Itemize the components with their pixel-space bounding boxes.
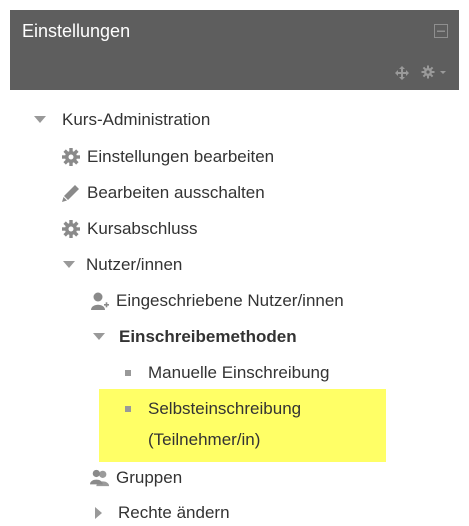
tree-item-label: Kurs-Administration <box>62 110 211 129</box>
tree-item-kurs-administration[interactable]: Kurs-Administration <box>32 107 210 133</box>
tree-item-label: Manuelle Einschreibung <box>148 363 330 382</box>
bullet-icon <box>125 370 131 376</box>
tree-item-label: Einstellungen bearbeiten <box>87 147 275 166</box>
enrolled-users-icon <box>90 291 110 311</box>
tree-item-label: Bearbeiten ausschalten <box>87 183 265 202</box>
caret-right-icon <box>94 503 104 523</box>
gear-icon <box>61 147 81 167</box>
gear-menu-icon[interactable] <box>421 65 449 79</box>
settings-block-header: Einstellungen <box>10 10 459 90</box>
tree-item-label: Rechte ändern <box>118 503 230 522</box>
tree-item-manuelle-einschreibung[interactable]: Manuelle Einschreibung <box>121 360 329 386</box>
bullet-icon <box>125 406 131 412</box>
tree-item-rechte-aendern[interactable]: Rechte ändern <box>94 500 230 526</box>
tree-item-label: Einschreibemethoden <box>119 327 297 346</box>
tree-item-selbsteinschreibung-line2[interactable]: (Teilnehmer/in) <box>148 427 260 453</box>
tree-item-einstellungen-bearbeiten[interactable]: Einstellungen bearbeiten <box>61 144 274 170</box>
caret-down-icon <box>62 255 76 275</box>
tree-item-nutzer-innen[interactable]: Nutzer/innen <box>62 252 182 278</box>
collapse-icon[interactable] <box>434 24 448 38</box>
tree-item-label: Nutzer/innen <box>86 255 183 274</box>
groups-icon <box>90 468 110 488</box>
tree-item-gruppen[interactable]: Gruppen <box>90 465 182 491</box>
caret-down-icon <box>32 110 48 130</box>
block-title: Einstellungen <box>22 21 131 41</box>
tree-item-label: Kursabschluss <box>87 219 198 238</box>
tree-item-label: Eingeschriebene Nutzer/innen <box>116 291 344 310</box>
tree-item-label: Gruppen <box>116 468 183 487</box>
tree-item-eingeschriebene-nutzer[interactable]: Eingeschriebene Nutzer/innen <box>90 288 344 314</box>
tree-item-label-line1: Selbsteinschreibung <box>148 399 302 418</box>
tree-item-label-line2: (Teilnehmer/in) <box>148 430 261 449</box>
pencil-icon <box>61 183 81 203</box>
tree-item-selbsteinschreibung[interactable]: Selbsteinschreibung <box>121 396 301 422</box>
gear-icon <box>61 219 81 239</box>
caret-down-icon <box>92 327 106 347</box>
tree-item-bearbeiten-ausschalten[interactable]: Bearbeiten ausschalten <box>61 180 265 206</box>
tree-item-kursabschluss[interactable]: Kursabschluss <box>61 216 198 242</box>
move-icon[interactable] <box>395 66 409 80</box>
tree-item-einschreibemethoden[interactable]: Einschreibemethoden <box>92 324 297 350</box>
